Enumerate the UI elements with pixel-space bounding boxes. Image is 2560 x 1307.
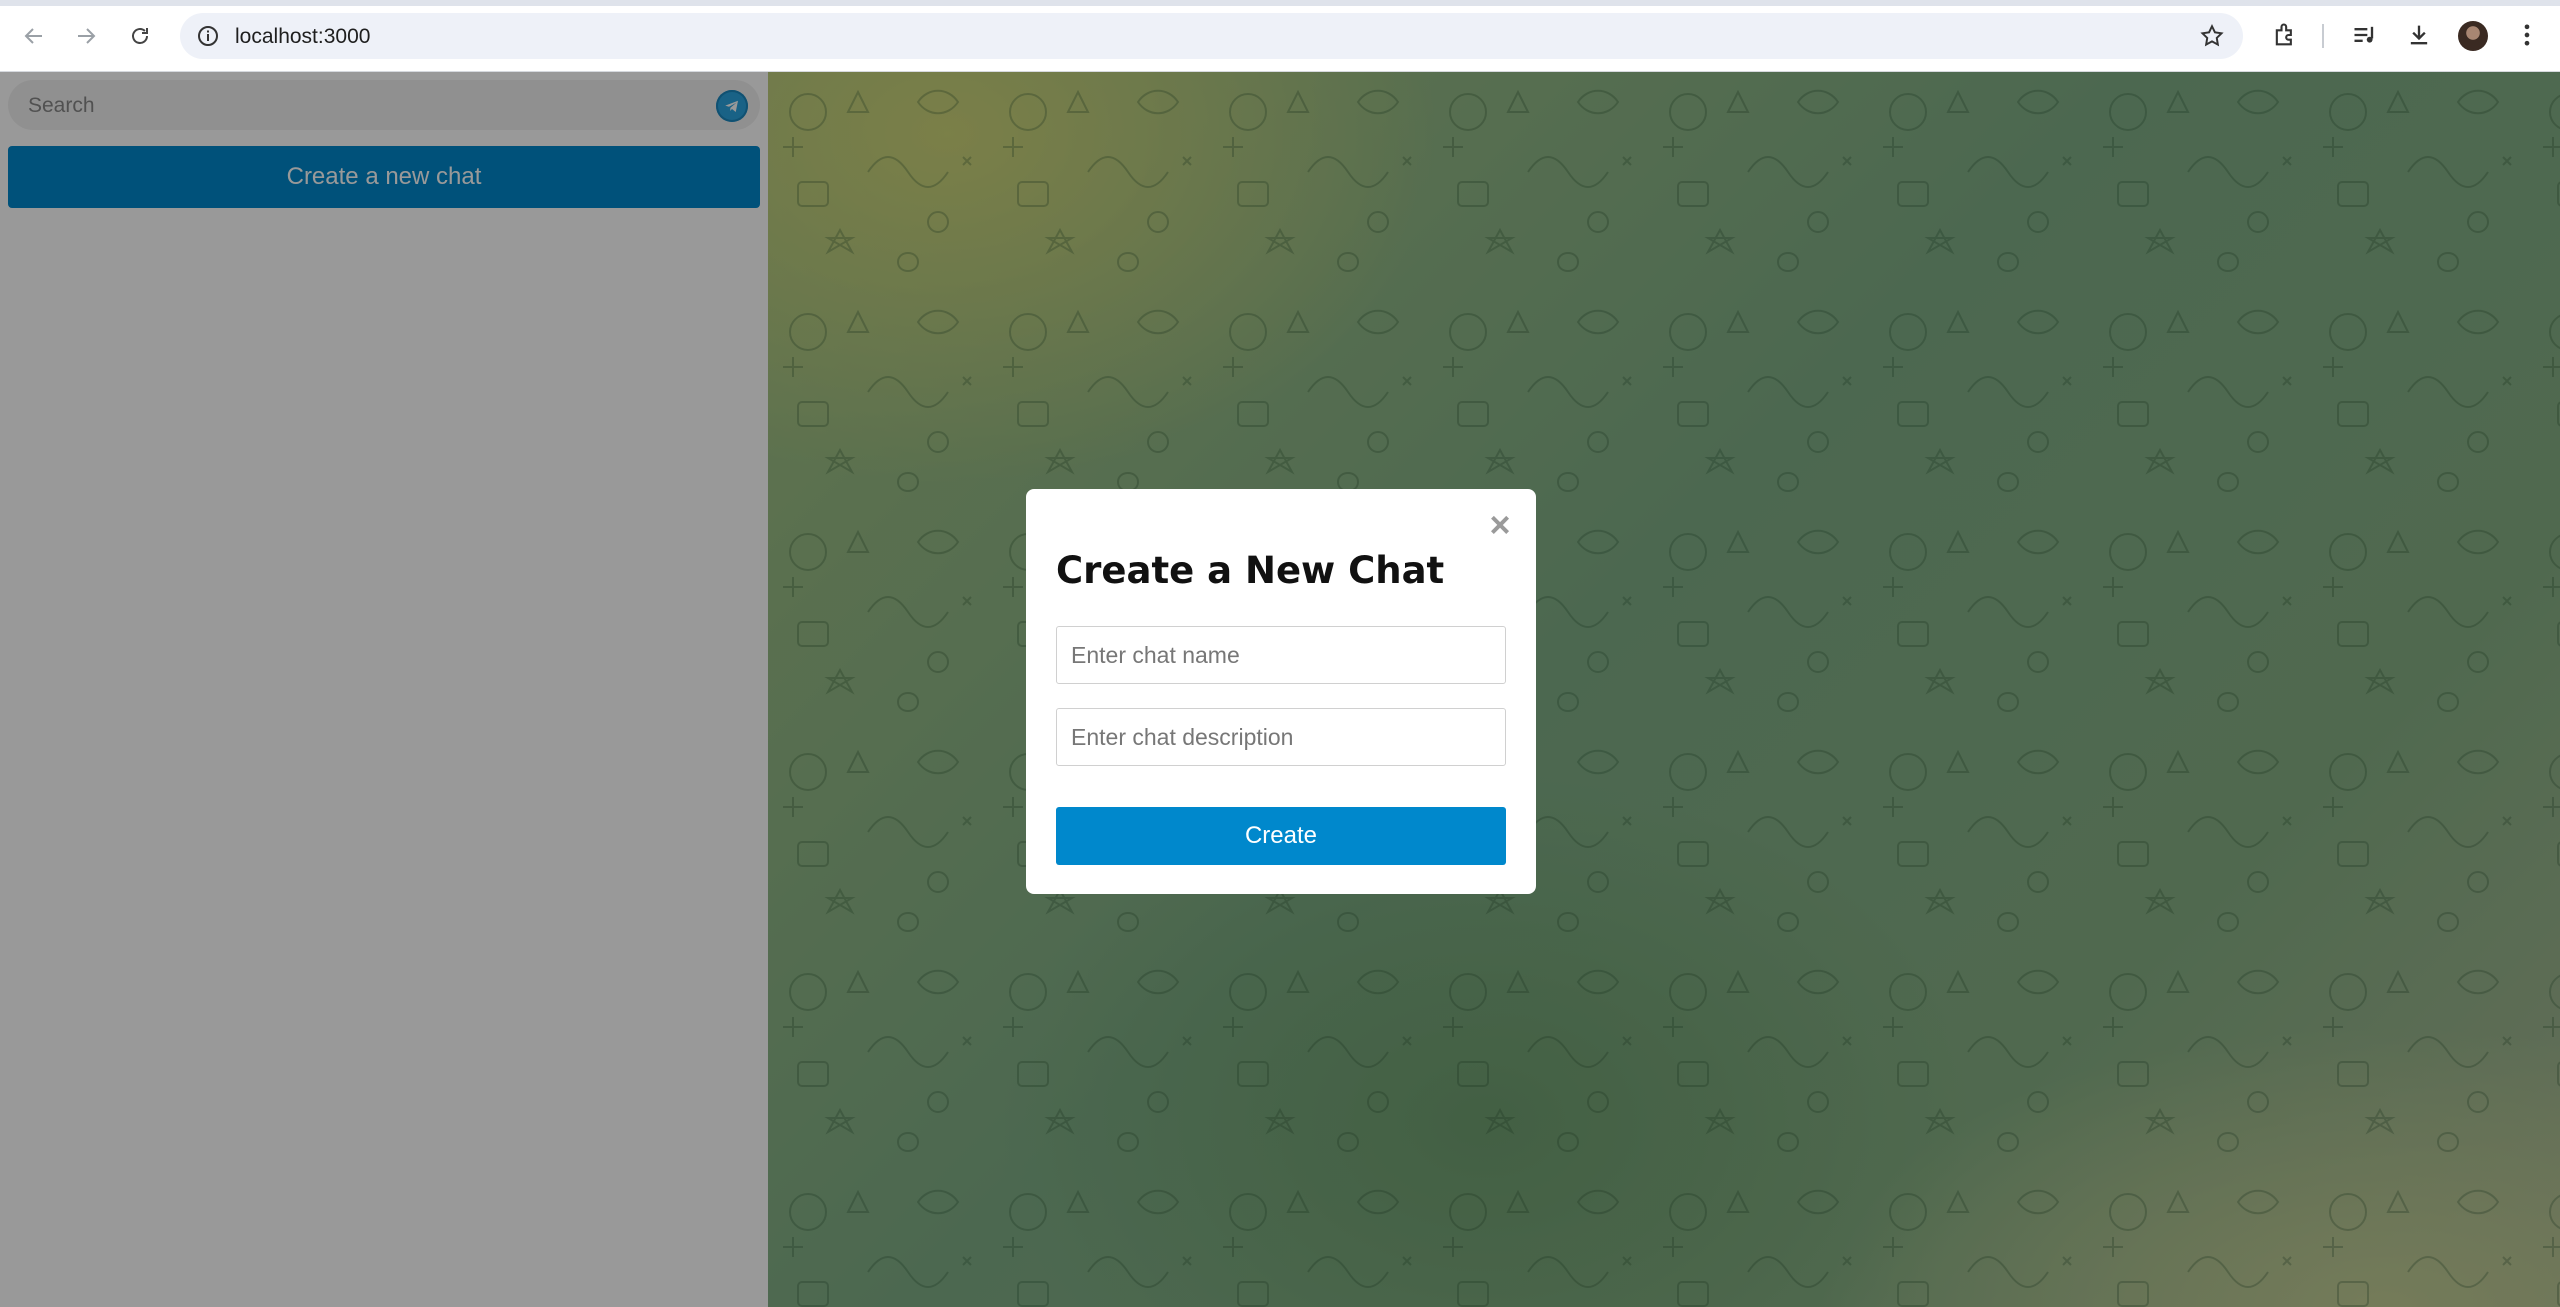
url-text[interactable]: localhost:3000: [235, 25, 370, 49]
create-chat-modal: × Create a New Chat Create: [1026, 489, 1536, 894]
browser-toolbar: localhost:3000: [0, 0, 2560, 72]
chat-name-input[interactable]: [1056, 626, 1506, 684]
toolbar-separator: [2322, 24, 2324, 48]
create-button[interactable]: Create: [1056, 807, 1506, 865]
reload-icon[interactable]: [122, 18, 158, 54]
back-icon[interactable]: [16, 18, 52, 54]
download-icon[interactable]: [2404, 20, 2434, 50]
extensions-icon[interactable]: [2270, 20, 2300, 50]
bookmark-star-icon[interactable]: [2199, 23, 2225, 49]
forward-icon[interactable]: [68, 18, 104, 54]
modal-title: Create a New Chat: [1056, 549, 1445, 592]
media-controls-icon[interactable]: [2350, 20, 2380, 50]
chat-description-input[interactable]: [1056, 708, 1506, 766]
tab-strip-edge: [0, 0, 2560, 6]
app-page: Search Create a new chat × Create a New …: [0, 72, 2560, 1307]
address-bar[interactable]: localhost:3000: [180, 13, 2243, 59]
profile-avatar[interactable]: [2458, 21, 2488, 51]
more-menu-icon[interactable]: [2512, 20, 2542, 50]
close-icon[interactable]: ×: [1486, 507, 1514, 543]
site-info-icon[interactable]: [196, 24, 220, 48]
